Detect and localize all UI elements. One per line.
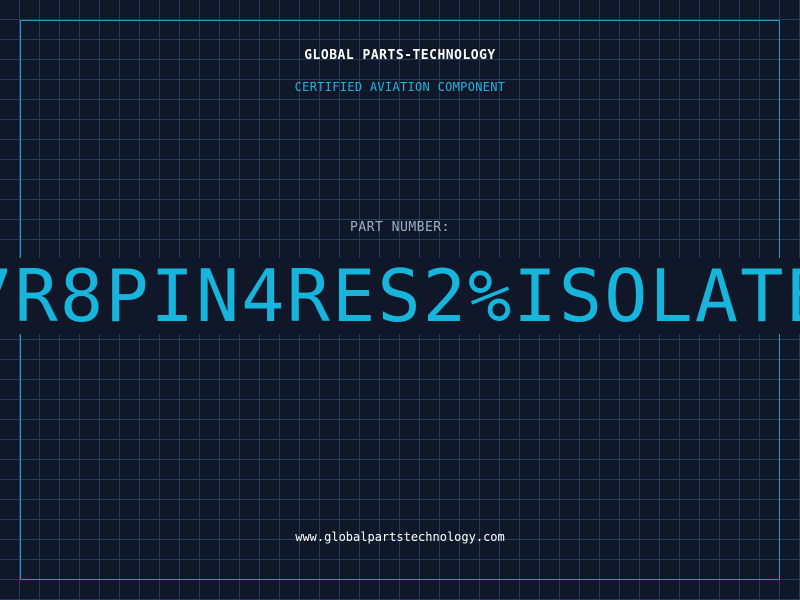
certification-subtitle: CERTIFIED AVIATION COMPONENT [294,80,506,94]
company-name: GLOBAL PARTS-TECHNOLOGY [304,48,496,63]
website-link[interactable]: www.globalpartstechnology.com [0,530,800,544]
part-number-band: 7R8PIN4RES2%ISOLATE [0,258,800,334]
certificate-page: GLOBAL PARTS-TECHNOLOGY CERTIFIED AVIATI… [0,0,800,600]
part-number-label: PART NUMBER: [350,220,450,235]
part-number-value: 7R8PIN4RES2%ISOLATE [0,258,800,334]
